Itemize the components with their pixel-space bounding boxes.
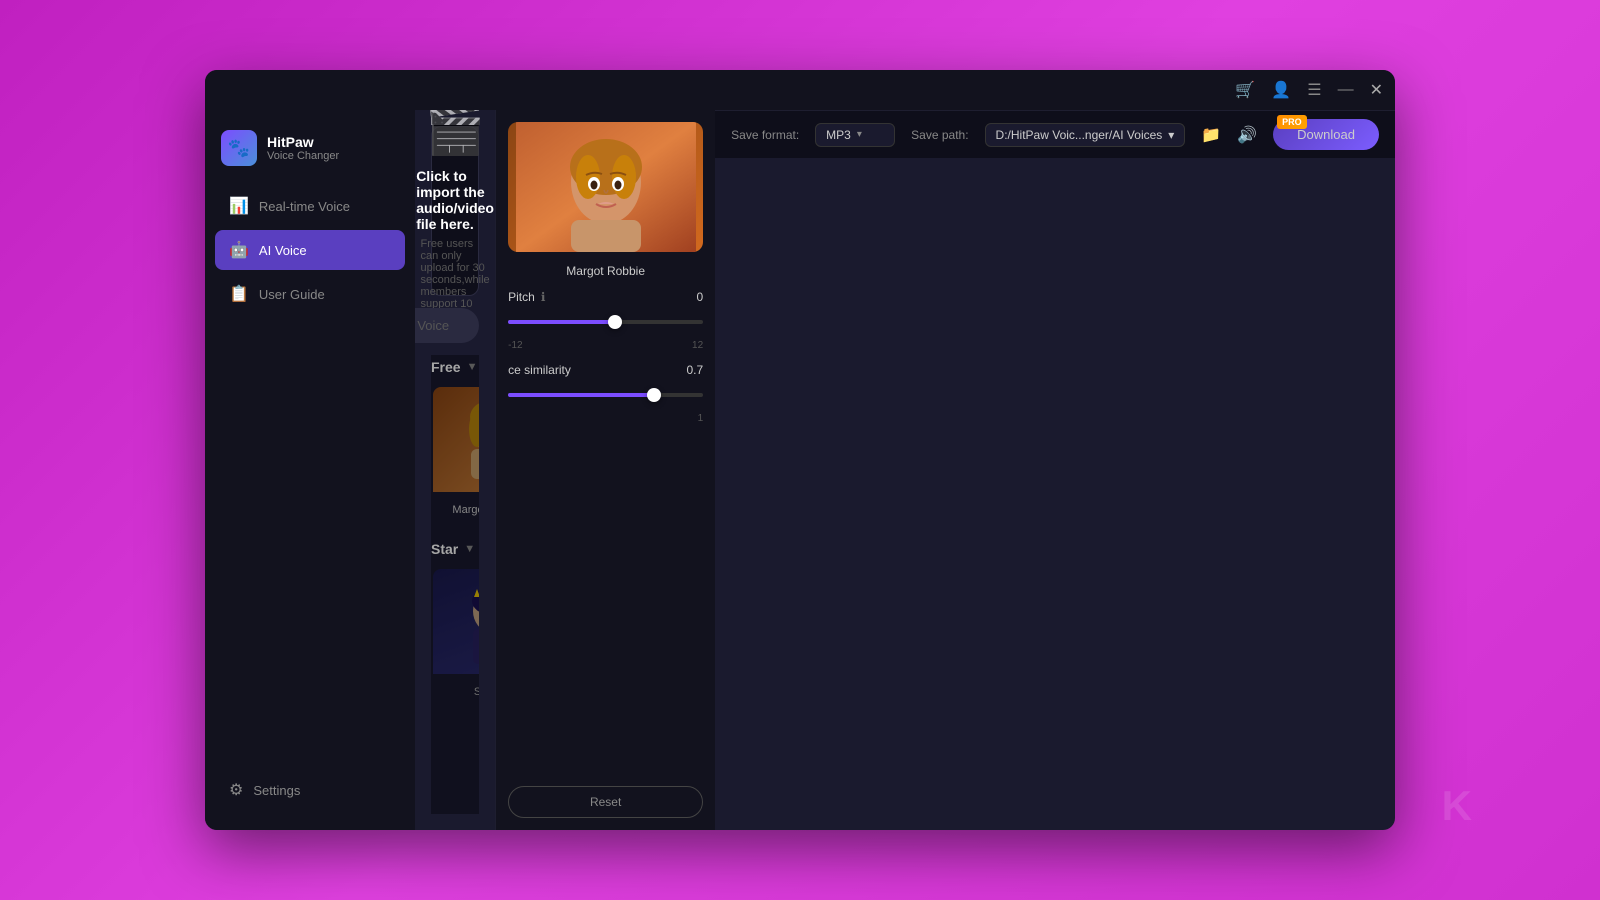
free-section-label: Free [431, 359, 461, 375]
sidebar-item-settings[interactable]: ⚙ Settings [215, 770, 405, 810]
change-voice-button[interactable]: Change Voice [415, 308, 479, 343]
pitch-track [508, 320, 703, 324]
pitch-info-icon[interactable]: ℹ [541, 290, 546, 304]
main-content: 🎬 ✦ Click to import the audio/video file… [415, 110, 495, 830]
save-format-select[interactable]: MP3 ▾ [815, 123, 895, 147]
pitch-label: Pitch ℹ 0 [508, 290, 703, 304]
reset-button[interactable]: Reset [508, 786, 703, 818]
sidebar-item-ai-voice[interactable]: 🤖 AI Voice [215, 230, 405, 270]
right-panel: Margot Robbie Pitch ℹ 0 [495, 110, 715, 830]
sidebar: 🐾 HitPaw Voice Changer 📊 Real-time Voice… [205, 110, 415, 830]
star-section-label: Star [431, 541, 458, 557]
free-section-arrow[interactable]: ▼ [467, 361, 478, 373]
margot-robbie-avatar [433, 387, 479, 492]
logo-text: HitPaw Voice Changer [267, 134, 339, 162]
pitch-section: Pitch ℹ 0 -12 12 [508, 290, 703, 351]
close-icon[interactable]: ✕ [1370, 80, 1383, 100]
similarity-thumb[interactable] [647, 388, 661, 402]
content-area: 🎬 ✦ Click to import the audio/video file… [415, 110, 715, 830]
similarity-value: 0.7 [686, 363, 703, 377]
save-format-label: Save format: [731, 128, 799, 142]
pitch-fill [508, 320, 615, 324]
ai-voice-icon: 🤖 [229, 240, 249, 260]
pitch-thumb[interactable] [608, 315, 622, 329]
save-format-value: MP3 [826, 128, 851, 142]
similarity-slider[interactable] [508, 385, 703, 405]
similarity-max: 1 [698, 413, 704, 424]
voice-list: Free ▼ [431, 355, 479, 723]
upload-main-text: Click to import the audio/video file her… [416, 168, 494, 232]
format-dropdown-arrow: ▾ [857, 129, 862, 140]
star1-avatar [433, 569, 479, 674]
pitch-value: 0 [696, 290, 703, 304]
voice-card-star1[interactable]: 👑 Star 1 [431, 567, 479, 707]
app-title: HitPaw [267, 134, 339, 150]
free-section-header: Free ▼ [431, 359, 479, 375]
sidebar-item-label-guide: User Guide [259, 287, 325, 302]
cart-icon[interactable]: 🛒 [1235, 80, 1255, 100]
menu-icon[interactable]: ☰ [1307, 80, 1321, 100]
star1-label: Star 1 [433, 674, 479, 707]
pitch-slider[interactable] [508, 312, 703, 332]
logo-icon: 🐾 [221, 130, 257, 166]
upload-area[interactable]: 🎬 ✦ Click to import the audio/video file… [431, 126, 479, 296]
pitch-min: -12 [508, 340, 522, 351]
volume-icon[interactable]: 🔊 [1237, 125, 1257, 145]
similarity-label: ce similarity 0.7 [508, 363, 703, 377]
minimize-icon[interactable]: — [1338, 81, 1354, 99]
similarity-section: ce similarity 0.7 1 [508, 363, 703, 424]
similarity-track [508, 393, 703, 397]
folder-icon[interactable]: 📁 [1201, 125, 1221, 145]
user-guide-icon: 📋 [229, 284, 249, 304]
similarity-labels: 1 [508, 413, 703, 424]
app-subtitle: Voice Changer [267, 150, 339, 162]
change-voice-wrapper: Change Voice [431, 308, 479, 343]
save-path-select[interactable]: D:/HitPaw Voic...nger/AI Voices ▾ [985, 123, 1186, 147]
featured-voice-card [508, 122, 703, 252]
free-voice-grid: Margot Robbie [431, 385, 479, 525]
upload-icon: 🎬 ✦ [425, 110, 485, 158]
settings-icon: ⚙ [229, 780, 243, 800]
star-section-header: Star ▼ [431, 541, 479, 557]
similarity-fill [508, 393, 654, 397]
sidebar-logo: 🐾 HitPaw Voice Changer [205, 120, 415, 186]
settings-label: Settings [253, 783, 300, 798]
download-wrapper: Download PRO [1273, 119, 1379, 150]
watermark-k: K [1442, 782, 1470, 830]
star-voice-grid: 👑 Star 1 [431, 567, 479, 707]
sidebar-item-realtime-voice[interactable]: 📊 Real-time Voice [215, 186, 405, 226]
user-icon[interactable]: 👤 [1271, 80, 1291, 100]
realtime-voice-icon: 📊 [229, 196, 249, 216]
sidebar-nav: 📊 Real-time Voice 🤖 AI Voice 📋 User Guid… [205, 186, 415, 314]
title-bar-icons: 🛒 👤 ☰ — ✕ [1235, 80, 1383, 100]
pitch-labels: -12 12 [508, 340, 703, 351]
path-dropdown-arrow: ▾ [1168, 128, 1174, 142]
sidebar-item-label: Real-time Voice [259, 199, 350, 214]
app-window: 🛒 👤 ☰ — ✕ 🐾 HitPaw Voice Changer 📊 Real-… [205, 70, 1395, 830]
bottom-bar: Save format: MP3 ▾ Save path: D:/HitPaw … [715, 110, 1395, 158]
pitch-max: 12 [692, 340, 703, 351]
sidebar-item-label-ai: AI Voice [259, 243, 307, 258]
sidebar-settings-section: ⚙ Settings [205, 770, 415, 820]
main-layout: 🐾 HitPaw Voice Changer 📊 Real-time Voice… [205, 110, 1395, 830]
sidebar-item-user-guide[interactable]: 📋 User Guide [215, 274, 405, 314]
title-bar: 🛒 👤 ☰ — ✕ [205, 70, 1395, 110]
voice-list-wrapper: Free ▼ [431, 355, 479, 814]
voice-card-margot-robbie[interactable]: Margot Robbie [431, 385, 479, 525]
save-path-label: Save path: [911, 128, 968, 142]
pro-badge: PRO [1277, 115, 1307, 129]
margot-robbie-label: Margot Robbie [433, 492, 479, 525]
save-path-value: D:/HitPaw Voic...nger/AI Voices [996, 128, 1163, 142]
featured-voice-name: Margot Robbie [508, 264, 703, 278]
star-section-arrow[interactable]: ▼ [464, 543, 475, 555]
